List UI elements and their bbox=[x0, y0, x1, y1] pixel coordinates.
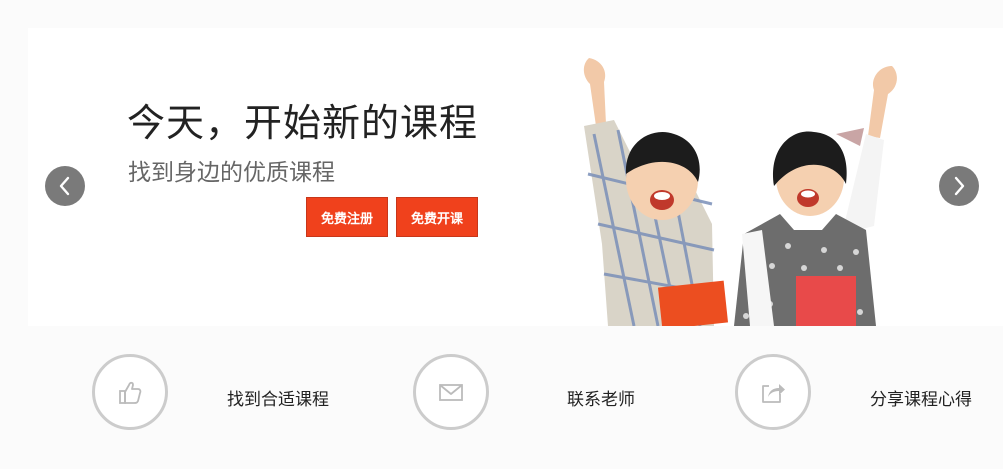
carousel-next-button[interactable] bbox=[939, 166, 979, 206]
banner-slide: 今天，开始新的课程 找到身边的优质课程 免费注册 免费开课 bbox=[28, 28, 1003, 326]
envelope-icon bbox=[439, 384, 463, 401]
page: 今天，开始新的课程 找到身边的优质课程 免费注册 免费开课 找到合适课程 联系老… bbox=[0, 0, 1003, 469]
hero-children-image bbox=[583, 58, 897, 326]
features-section: 找到合适课程 联系老师 分享课程心得 bbox=[0, 326, 1003, 469]
share-icon bbox=[762, 384, 785, 403]
chevron-left-icon bbox=[59, 176, 70, 196]
contact-teacher-feature-label: 联系老师 bbox=[567, 390, 635, 410]
carousel-prev-button[interactable] bbox=[45, 166, 85, 206]
banner-title: 今天，开始新的课程 bbox=[127, 101, 479, 145]
share-experience-feature-button[interactable] bbox=[735, 354, 811, 430]
thumbs-up-icon bbox=[119, 381, 142, 404]
share-experience-feature-label: 分享课程心得 bbox=[870, 390, 972, 410]
banner-subtitle: 找到身边的优质课程 bbox=[128, 160, 335, 186]
free-open-course-button[interactable]: 免费开课 bbox=[396, 197, 478, 237]
find-course-feature-button[interactable] bbox=[92, 354, 168, 430]
chevron-right-icon bbox=[954, 176, 965, 196]
free-register-button[interactable]: 免费注册 bbox=[306, 197, 388, 237]
find-course-feature-label: 找到合适课程 bbox=[227, 390, 329, 410]
contact-teacher-feature-button[interactable] bbox=[413, 354, 489, 430]
